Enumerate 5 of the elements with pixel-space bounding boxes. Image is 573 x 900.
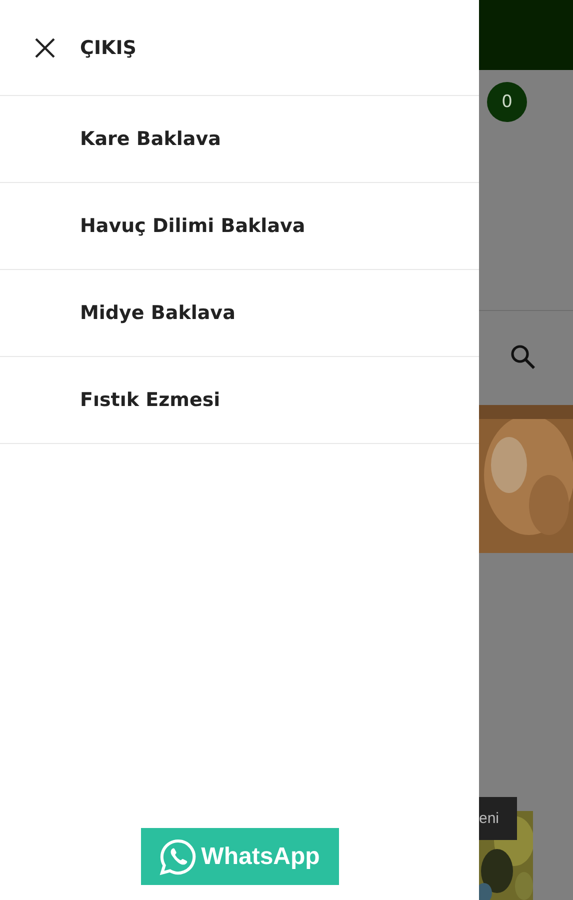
chat-phone-icon [159, 838, 198, 876]
close-icon [34, 36, 56, 58]
label-tag: eni [479, 797, 517, 840]
cart-count-badge: 0 [487, 82, 527, 122]
close-button[interactable]: ÇIKIŞ [34, 36, 136, 58]
